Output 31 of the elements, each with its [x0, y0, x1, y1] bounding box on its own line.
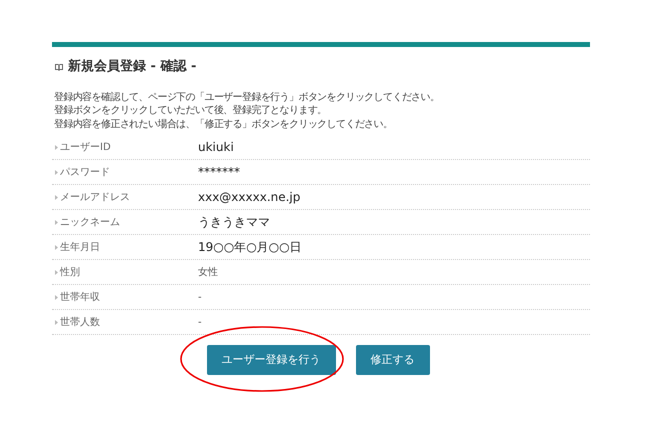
- triangle-icon: [55, 194, 58, 200]
- field-value: -: [198, 316, 202, 330]
- action-button[interactable]: ユーザー登録を行う: [206, 345, 336, 375]
- field-value: 19○○年○月○○日: [198, 239, 302, 256]
- field-value: *******: [198, 164, 240, 181]
- field-label: ユーザーID: [60, 140, 111, 154]
- triangle-icon: [55, 270, 58, 274]
- triangle-icon: [55, 144, 58, 150]
- triangle-icon: [55, 294, 58, 300]
- instruction-text: 登録内容を確認して、ページ下の「ユーザー登録を行う」ボタンをクリックしてください。: [54, 90, 440, 104]
- field-label: パスワード: [60, 166, 110, 180]
- field-label: 世帯年収: [60, 290, 100, 304]
- page-title: 新規会員登録 - 確認 -: [68, 58, 196, 76]
- field-label: 性別: [60, 266, 80, 280]
- field-value: うきうきママ: [198, 214, 270, 231]
- instruction-text: 登録ボタンをクリックしていただいて後、登録完了となります。: [54, 104, 328, 118]
- field-value: xxx@xxxxx.ne.jp: [198, 189, 300, 206]
- field-label: 世帯人数: [60, 316, 100, 330]
- triangle-icon: [55, 220, 58, 224]
- field-value: -: [198, 290, 202, 304]
- field-label: 生年月日: [60, 240, 100, 254]
- book-icon: [54, 62, 64, 71]
- field-label: メールアドレス: [60, 190, 130, 204]
- triangle-icon: [55, 170, 58, 174]
- triangle-icon: [55, 244, 58, 250]
- instruction-text: 登録内容を修正されたい場合は、「修正する」ボタンをクリックしてください。: [54, 118, 394, 131]
- action-button[interactable]: 修正する: [356, 345, 430, 375]
- triangle-icon: [55, 320, 58, 324]
- field-value: ukiuki: [198, 139, 234, 156]
- field-value: 女性: [198, 266, 218, 280]
- field-label: ニックネーム: [60, 216, 120, 230]
